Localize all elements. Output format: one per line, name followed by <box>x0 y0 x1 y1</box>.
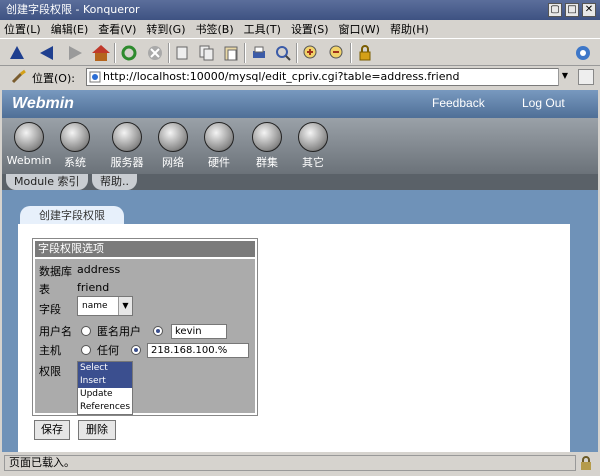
perm-option[interactable]: Update <box>78 388 132 401</box>
nav-webmin[interactable]: Webmin <box>4 122 54 167</box>
menu-help[interactable]: 帮助(H) <box>390 21 429 37</box>
field-permissions-panel: 字段权限选项 数据库 address 表 friend 字段 name ▼ 用户… <box>32 238 258 416</box>
others-icon <box>298 122 328 152</box>
panel-title: 字段权限选项 <box>35 241 255 257</box>
new-tab-icon[interactable] <box>578 69 594 85</box>
maximize-button[interactable]: □ <box>565 3 579 17</box>
home-icon[interactable] <box>90 42 112 64</box>
menu-go[interactable]: 转到(G) <box>146 21 185 37</box>
menu-settings[interactable]: 设置(S) <box>291 21 329 37</box>
webmin-logo: Webmin <box>12 95 74 112</box>
host-any-radio[interactable] <box>81 345 91 355</box>
user-anon-radio[interactable] <box>81 326 91 336</box>
db-value: address <box>77 263 121 276</box>
url-input[interactable]: http://localhost:10000/mysql/edit_cpriv.… <box>86 68 570 86</box>
status-bar: 页面已载入。 <box>0 452 600 476</box>
paste-icon[interactable] <box>220 42 242 64</box>
field-select[interactable]: name ▼ <box>77 296 133 316</box>
up-icon[interactable] <box>6 42 28 64</box>
network-icon <box>158 122 188 152</box>
menu-window[interactable]: 窗口(W) <box>339 21 380 37</box>
nav-cluster[interactable]: 群集 <box>242 122 292 170</box>
hardware-icon <box>204 122 234 152</box>
url-dropdown-chevron-down-icon[interactable]: ▼ <box>558 68 571 86</box>
menu-bookmarks[interactable]: 书签(B) <box>195 21 233 37</box>
webmin-page: Webmin Feedback Log Out Webmin 系统 服务器 网络… <box>2 90 598 452</box>
find-icon[interactable] <box>272 42 294 64</box>
host-any-label: 任何 <box>97 344 119 357</box>
page-icon <box>89 71 101 86</box>
nav-servers[interactable]: 服务器 <box>102 122 152 170</box>
status-text: 页面已载入。 <box>4 455 576 471</box>
location-bar: 位置(O): http://localhost:10000/mysql/edit… <box>0 67 600 87</box>
page-title-tab: 创建字段权限 <box>20 206 124 226</box>
system-icon <box>60 122 90 152</box>
user-label: 用户名 <box>39 325 72 338</box>
lock-icon[interactable] <box>354 42 376 64</box>
window-titlebar: 创建字段权限 - Konqueror ▢ □ ✕ <box>0 0 600 20</box>
perm-label: 权限 <box>39 365 61 378</box>
menu-view[interactable]: 查看(V) <box>98 21 136 37</box>
nav-others[interactable]: 其它 <box>288 122 338 170</box>
user-specific-radio[interactable] <box>153 326 163 336</box>
content-area: 字段权限选项 数据库 address 表 friend 字段 name ▼ 用户… <box>18 224 570 452</box>
toolbar <box>0 38 600 66</box>
servers-icon <box>112 122 142 152</box>
host-specific-radio[interactable] <box>131 345 141 355</box>
menu-tools[interactable]: 工具(T) <box>244 21 281 37</box>
perm-option[interactable]: Select <box>78 362 132 375</box>
forward-icon[interactable] <box>64 42 86 64</box>
zoom-in-icon[interactable] <box>300 42 322 64</box>
konqueror-gear-icon[interactable] <box>572 42 594 64</box>
module-index-link[interactable]: Module 索引 <box>6 174 88 190</box>
location-label: 位置(O): <box>32 72 75 85</box>
webmin-category-nav: Webmin 系统 服务器 网络 硬件 群集 其它 <box>2 118 598 174</box>
webmin-icon <box>14 122 44 152</box>
username-input[interactable]: kevin <box>171 324 227 339</box>
feedback-link[interactable]: Feedback <box>432 96 485 110</box>
host-label: 主机 <box>39 344 61 357</box>
menu-edit[interactable]: 编辑(E) <box>51 21 89 37</box>
host-input[interactable]: 218.168.100.% <box>147 343 249 358</box>
window-title: 创建字段权限 - Konqueror <box>6 3 140 16</box>
perm-option[interactable]: Insert <box>78 375 132 388</box>
menubar: 位置(L) 编辑(E) 查看(V) 转到(G) 书签(B) 工具(T) 设置(S… <box>0 20 600 38</box>
menu-location[interactable]: 位置(L) <box>4 21 41 37</box>
stop-icon[interactable] <box>144 42 166 64</box>
user-anon-label: 匿名用户 <box>97 325 141 338</box>
logout-link[interactable]: Log Out <box>522 96 565 110</box>
panel-body: 数据库 address 表 friend 字段 name ▼ 用户名 匿名用户 … <box>35 259 255 415</box>
field-label: 字段 <box>39 303 61 316</box>
close-button[interactable]: ✕ <box>582 3 596 17</box>
webmin-header: Webmin Feedback Log Out <box>2 90 598 118</box>
perm-option[interactable]: References <box>78 401 132 414</box>
nav-hardware[interactable]: 硬件 <box>194 122 244 170</box>
cluster-icon <box>252 122 282 152</box>
db-label: 数据库 <box>39 265 72 278</box>
table-value: friend <box>77 281 110 294</box>
nav-system[interactable]: 系统 <box>50 122 100 170</box>
delete-button[interactable]: 删除 <box>78 420 116 440</box>
copy-icon[interactable] <box>196 42 218 64</box>
minimize-button[interactable]: ▢ <box>548 3 562 17</box>
permissions-listbox[interactable]: Select Insert Update References <box>77 361 133 415</box>
table-label: 表 <box>39 283 50 296</box>
chevron-down-icon: ▼ <box>118 297 132 315</box>
save-button[interactable]: 保存 <box>34 420 70 440</box>
webmin-subnav: Module 索引 帮助.. <box>2 174 598 190</box>
zoom-out-icon[interactable] <box>326 42 348 64</box>
back-icon[interactable] <box>36 42 58 64</box>
security-lock-icon <box>580 456 592 470</box>
nav-network[interactable]: 网络 <box>148 122 198 170</box>
cut-icon[interactable] <box>172 42 194 64</box>
help-link[interactable]: 帮助.. <box>92 174 137 190</box>
reload-icon[interactable] <box>118 42 140 64</box>
clear-location-icon[interactable] <box>10 69 26 88</box>
print-icon[interactable] <box>248 42 270 64</box>
